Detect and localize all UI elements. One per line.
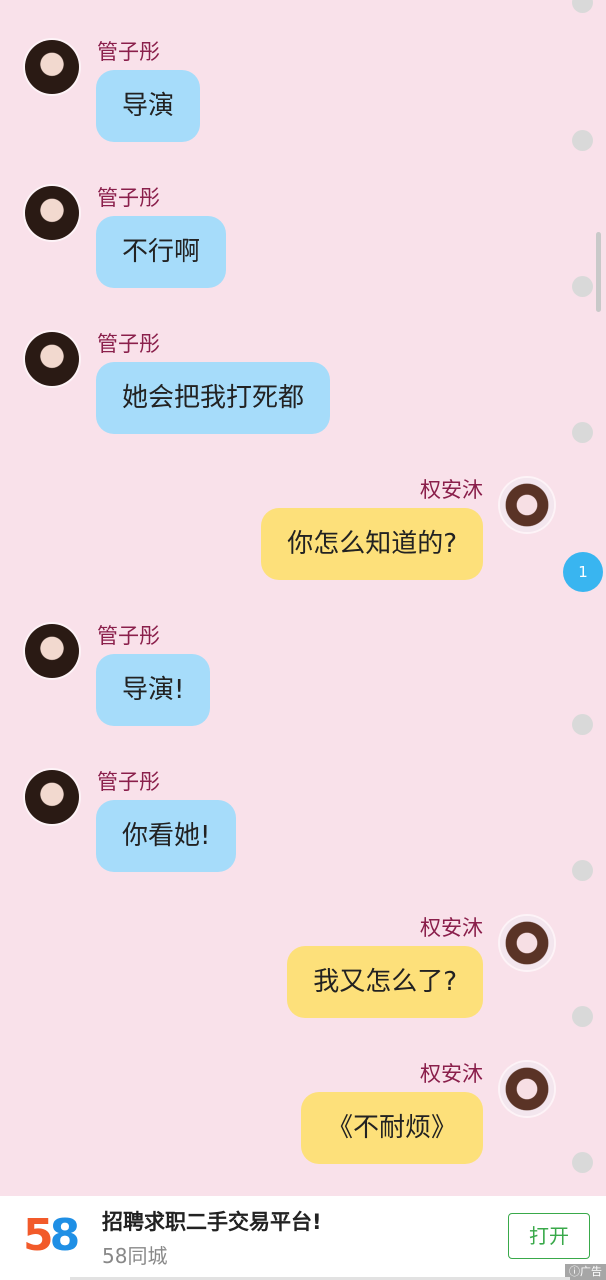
message-row: 管子彤 导演! — [0, 624, 606, 754]
read-status-dot — [572, 714, 593, 735]
read-status-dot — [572, 422, 593, 443]
read-status-dot — [572, 130, 593, 151]
message-bubble[interactable]: 你怎么知道的? — [261, 508, 483, 580]
read-status-dot — [572, 1152, 593, 1173]
sender-avatar[interactable] — [500, 478, 554, 532]
read-status-dot — [572, 276, 593, 297]
message-bubble[interactable]: 《不耐烦》 — [300, 1092, 483, 1164]
sender-avatar[interactable] — [500, 1062, 554, 1116]
message-row: 管子彤 你看她! — [0, 770, 606, 900]
read-status-dot — [572, 860, 593, 881]
ad-title: 招聘求职二手交易平台! — [102, 1210, 322, 1234]
ad-subtitle: 58同城 — [102, 1244, 168, 1268]
scrollbar[interactable] — [596, 232, 601, 312]
read-status-dot — [572, 0, 593, 13]
sender-name: 管子彤 — [97, 40, 160, 64]
unread-badge[interactable]: 1 — [563, 552, 603, 592]
ad-banner[interactable]: 58 招聘求职二手交易平台! 58同城 打开 ⓘ广告 — [0, 1196, 606, 1280]
message-bubble[interactable]: 我又怎么了? — [287, 946, 483, 1018]
sender-avatar[interactable] — [25, 770, 79, 824]
app-logo: 58 — [23, 1210, 81, 1261]
open-app-button[interactable]: 打开 — [508, 1213, 590, 1259]
message-row: 管子彤 她会把我打死都 — [0, 332, 606, 462]
message-row: 权安沐 我又怎么了? — [0, 916, 606, 1046]
message-bubble[interactable]: 她会把我打死都 — [96, 362, 331, 434]
sender-avatar[interactable] — [25, 332, 79, 386]
ad-label: ⓘ广告 — [565, 1264, 606, 1280]
sender-name: 权安沐 — [420, 478, 483, 502]
sender-avatar[interactable] — [25, 624, 79, 678]
message-bubble[interactable]: 你看她! — [96, 800, 237, 872]
sender-name: 管子彤 — [97, 186, 160, 210]
message-bubble[interactable]: 不行啊 — [96, 216, 227, 288]
sender-avatar[interactable] — [25, 40, 79, 94]
chat-area[interactable]: 管子彤 导演 管子彤 不行啊 管子彤 她会把我打死都 权安沐 你怎么知道的? 1… — [0, 0, 606, 1196]
sender-avatar[interactable] — [25, 186, 79, 240]
sender-name: 权安沐 — [420, 916, 483, 940]
read-status-dot — [572, 1006, 593, 1027]
message-bubble[interactable]: 导演! — [96, 654, 211, 726]
message-row: 管子彤 导演 — [0, 40, 606, 170]
sender-name: 管子彤 — [97, 624, 160, 648]
message-bubble[interactable]: 导演 — [96, 70, 201, 142]
sender-name: 权安沐 — [420, 1062, 483, 1086]
message-row: 权安沐 你怎么知道的? — [0, 478, 606, 608]
sender-avatar[interactable] — [500, 916, 554, 970]
message-row: 权安沐 《不耐烦》 — [0, 1062, 606, 1192]
info-icon: ⓘ — [569, 1265, 580, 1278]
message-row: 管子彤 不行啊 — [0, 186, 606, 316]
sender-name: 管子彤 — [97, 770, 160, 794]
sender-name: 管子彤 — [97, 332, 160, 356]
